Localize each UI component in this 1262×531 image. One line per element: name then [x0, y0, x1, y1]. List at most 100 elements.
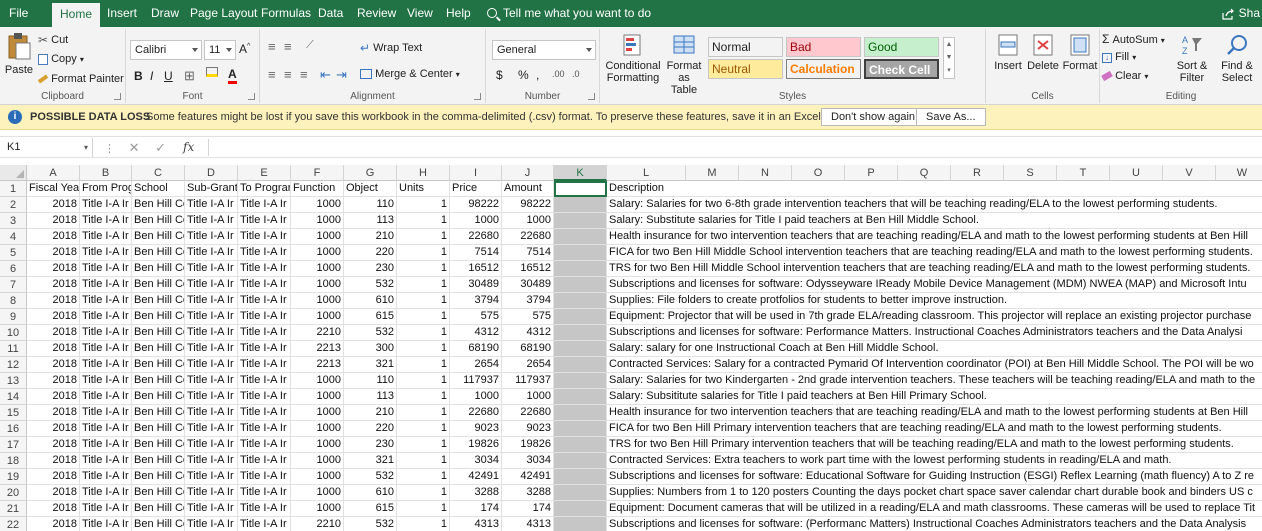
- tab-file[interactable]: File: [9, 0, 28, 27]
- cell-i18[interactable]: 3034: [450, 453, 502, 469]
- cell-j11[interactable]: 68190: [502, 341, 554, 357]
- cell-a5[interactable]: 2018: [27, 245, 80, 261]
- column-header-h[interactable]: H: [397, 165, 450, 181]
- cell-j1[interactable]: Amount: [502, 181, 554, 197]
- row-header[interactable]: 17: [0, 437, 27, 453]
- cell-h8[interactable]: 1: [397, 293, 450, 309]
- column-header-e[interactable]: E: [238, 165, 291, 181]
- alignment-launcher[interactable]: [474, 93, 481, 100]
- cell-j10[interactable]: 4312: [502, 325, 554, 341]
- cell-b2[interactable]: Title I-A Ir: [80, 197, 132, 213]
- dont-show-again-button[interactable]: Don't show again: [821, 108, 926, 126]
- cell-k14[interactable]: [554, 389, 607, 405]
- cell-h10[interactable]: 1: [397, 325, 450, 341]
- cell-b9[interactable]: Title I-A Ir: [80, 309, 132, 325]
- cell-e19[interactable]: Title I-A Ir: [238, 469, 291, 485]
- cell-g8[interactable]: 610: [344, 293, 397, 309]
- column-header-k[interactable]: K: [554, 165, 607, 181]
- column-header-a[interactable]: A: [27, 165, 80, 181]
- cell-h13[interactable]: 1: [397, 373, 450, 389]
- cell-h18[interactable]: 1: [397, 453, 450, 469]
- cell-b14[interactable]: Title I-A Ir: [80, 389, 132, 405]
- cell-l14[interactable]: Salary: Subsititute salaries for Title I…: [607, 389, 1262, 405]
- cell-e17[interactable]: Title I-A Ir: [238, 437, 291, 453]
- name-box[interactable]: K1 ▾: [3, 138, 93, 157]
- style-neutral[interactable]: Neutral: [708, 59, 783, 79]
- currency-button[interactable]: $: [496, 68, 503, 82]
- cell-c12[interactable]: Ben Hill County Middl: [132, 357, 185, 373]
- column-header-v[interactable]: V: [1163, 165, 1216, 181]
- row-header[interactable]: 19: [0, 469, 27, 485]
- cell-g9[interactable]: 615: [344, 309, 397, 325]
- cell-l18[interactable]: Contracted Services: Extra teachers to w…: [607, 453, 1262, 469]
- cell-i7[interactable]: 30489: [450, 277, 502, 293]
- cell-k4[interactable]: [554, 229, 607, 245]
- cell-b10[interactable]: Title I-A Ir: [80, 325, 132, 341]
- cell-k18[interactable]: [554, 453, 607, 469]
- cell-l21[interactable]: Equipment: Document cameras that will be…: [607, 501, 1262, 517]
- cell-d18[interactable]: Title I-A Ir: [185, 453, 238, 469]
- cell-b5[interactable]: Title I-A Ir: [80, 245, 132, 261]
- cell-i4[interactable]: 22680: [450, 229, 502, 245]
- cell-d19[interactable]: Title I-A Ir: [185, 469, 238, 485]
- cell-k6[interactable]: [554, 261, 607, 277]
- cell-a17[interactable]: 2018: [27, 437, 80, 453]
- delete-button[interactable]: Delete: [1026, 33, 1060, 72]
- cell-j16[interactable]: 9023: [502, 421, 554, 437]
- column-header-m[interactable]: M: [686, 165, 739, 181]
- cell-k5[interactable]: [554, 245, 607, 261]
- cell-e14[interactable]: Title I-A Ir: [238, 389, 291, 405]
- cell-f3[interactable]: 1000: [291, 213, 344, 229]
- percent-button[interactable]: %: [518, 68, 529, 82]
- cell-f7[interactable]: 1000: [291, 277, 344, 293]
- format-as-table-button[interactable]: Format as Table: [662, 33, 706, 96]
- cell-d6[interactable]: Title I-A Ir: [185, 261, 238, 277]
- cell-l19[interactable]: Subscriptions and licenses for software:…: [607, 469, 1262, 485]
- cell-c7[interactable]: Ben Hill County Middl: [132, 277, 185, 293]
- cell-h17[interactable]: 1: [397, 437, 450, 453]
- cell-c3[interactable]: Ben Hill County Middl: [132, 213, 185, 229]
- cell-i3[interactable]: 1000: [450, 213, 502, 229]
- cell-l6[interactable]: TRS for two Ben Hill Middle School inter…: [607, 261, 1262, 277]
- cell-a3[interactable]: 2018: [27, 213, 80, 229]
- cell-d20[interactable]: Title I-A Ir: [185, 485, 238, 501]
- cell-c1[interactable]: School: [132, 181, 185, 197]
- cell-l13[interactable]: Salary: Salaries for two Kindergarten - …: [607, 373, 1262, 389]
- tell-me-search[interactable]: Tell me what you want to do: [487, 0, 651, 27]
- cell-h7[interactable]: 1: [397, 277, 450, 293]
- cell-g10[interactable]: 532: [344, 325, 397, 341]
- tab-home[interactable]: Home: [52, 3, 101, 27]
- column-header-f[interactable]: F: [291, 165, 344, 181]
- cell-d3[interactable]: Title I-A Ir: [185, 213, 238, 229]
- comma-button[interactable]: ,: [536, 68, 539, 82]
- cell-a20[interactable]: 2018: [27, 485, 80, 501]
- decrease-decimal-icon[interactable]: .0: [572, 69, 580, 79]
- cell-k1[interactable]: [554, 181, 607, 197]
- cell-l1[interactable]: Description: [607, 181, 1262, 197]
- cell-c19[interactable]: Ben Hill County Prima: [132, 469, 185, 485]
- cell-j4[interactable]: 22680: [502, 229, 554, 245]
- cell-h11[interactable]: 1: [397, 341, 450, 357]
- cell-c4[interactable]: Ben Hill County Middl: [132, 229, 185, 245]
- cell-c13[interactable]: Ben Hill County Prima: [132, 373, 185, 389]
- number-launcher[interactable]: [588, 93, 595, 100]
- merge-center-button[interactable]: Merge & Center ▾: [360, 68, 460, 80]
- cell-j8[interactable]: 3794: [502, 293, 554, 309]
- cell-h6[interactable]: 1: [397, 261, 450, 277]
- copy-button[interactable]: Copy ▾: [38, 53, 84, 65]
- tab-insert[interactable]: Insert: [107, 0, 137, 27]
- format-painter-button[interactable]: Format Painter: [37, 73, 124, 85]
- cell-l17[interactable]: TRS for two Ben Hill Primary interventio…: [607, 437, 1262, 453]
- cell-i5[interactable]: 7514: [450, 245, 502, 261]
- column-header-b[interactable]: B: [80, 165, 132, 181]
- cell-k16[interactable]: [554, 421, 607, 437]
- style-bad[interactable]: Bad: [786, 37, 861, 57]
- cell-j14[interactable]: 1000: [502, 389, 554, 405]
- cell-b22[interactable]: Title I-A Ir: [80, 517, 132, 531]
- column-header-p[interactable]: P: [845, 165, 898, 181]
- cell-c2[interactable]: Ben Hill County Middl: [132, 197, 185, 213]
- clipboard-launcher[interactable]: [114, 93, 121, 100]
- cell-j18[interactable]: 3034: [502, 453, 554, 469]
- row-header[interactable]: 11: [0, 341, 27, 357]
- save-as-button[interactable]: Save As...: [916, 108, 986, 126]
